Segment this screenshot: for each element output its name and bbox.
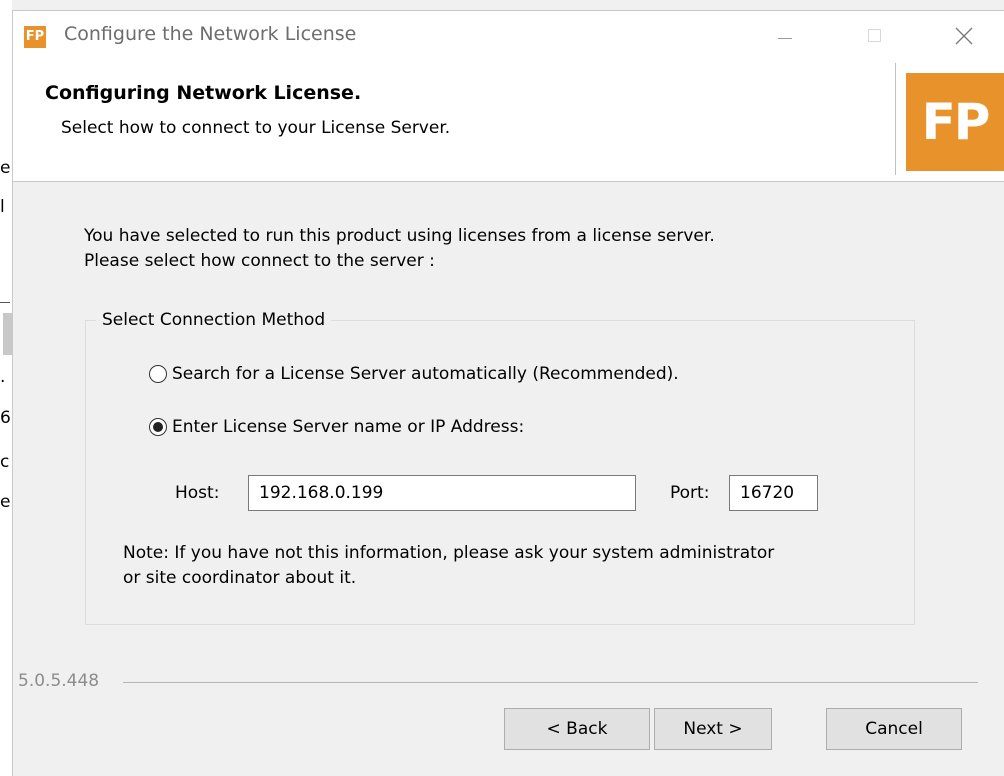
minimize-button[interactable] <box>761 11 807 61</box>
close-icon <box>955 27 973 45</box>
port-label: Port: <box>670 483 710 503</box>
header-separator <box>895 63 896 175</box>
background-app-fragment: e <box>0 492 11 512</box>
back-button[interactable]: < Back <box>504 708 650 750</box>
host-input[interactable] <box>248 475 636 511</box>
radio-button-selected-icon[interactable] <box>149 418 167 436</box>
background-app-fragment: · <box>0 372 6 392</box>
background-app-divider <box>0 302 10 303</box>
radio-search-label: Search for a License Server automaticall… <box>172 364 679 384</box>
brand-logo: FP <box>906 73 1004 171</box>
intro-line-2: Please select how connect to the server … <box>84 251 435 271</box>
host-label: Host: <box>175 483 220 503</box>
next-button[interactable]: Next > <box>654 708 772 750</box>
background-app-fragment: 6 <box>0 408 11 428</box>
note-line-2: or site coordinator about it. <box>123 568 357 588</box>
version-label: 5.0.5.448 <box>18 671 100 691</box>
background-app-fragment: l <box>0 197 5 217</box>
footer-divider <box>123 682 978 683</box>
app-icon: FP <box>24 26 46 48</box>
title-bar[interactable]: FP Configure the Network License <box>13 11 1004 61</box>
background-app-scrollbar <box>3 313 12 355</box>
cancel-button[interactable]: Cancel <box>826 708 962 750</box>
intro-text: You have selected to run this product us… <box>84 224 715 274</box>
connection-method-label: Select Connection Method <box>96 310 332 330</box>
note-text: Note: If you have not this information, … <box>123 541 883 591</box>
wizard-header: Configuring Network License. Select how … <box>13 61 1004 182</box>
window-title: Configure the Network License <box>64 23 357 45</box>
background-app-fragment: e <box>0 158 11 178</box>
header-subtitle: Select how to connect to your License Se… <box>61 118 451 138</box>
radio-button-icon[interactable] <box>149 365 167 383</box>
header-title: Configuring Network License. <box>45 82 362 104</box>
radio-enter-label: Enter License Server name or IP Address: <box>172 417 525 437</box>
intro-line-1: You have selected to run this product us… <box>84 226 715 246</box>
note-line-1: Note: If you have not this information, … <box>123 543 775 563</box>
radio-enter-server-address[interactable]: Enter License Server name or IP Address: <box>149 417 524 437</box>
radio-search-automatically[interactable]: Search for a License Server automaticall… <box>149 364 679 384</box>
maximize-button[interactable] <box>851 11 897 61</box>
background-app-fragment: c <box>0 452 10 472</box>
close-button[interactable] <box>941 11 987 61</box>
port-input[interactable] <box>729 475 818 511</box>
